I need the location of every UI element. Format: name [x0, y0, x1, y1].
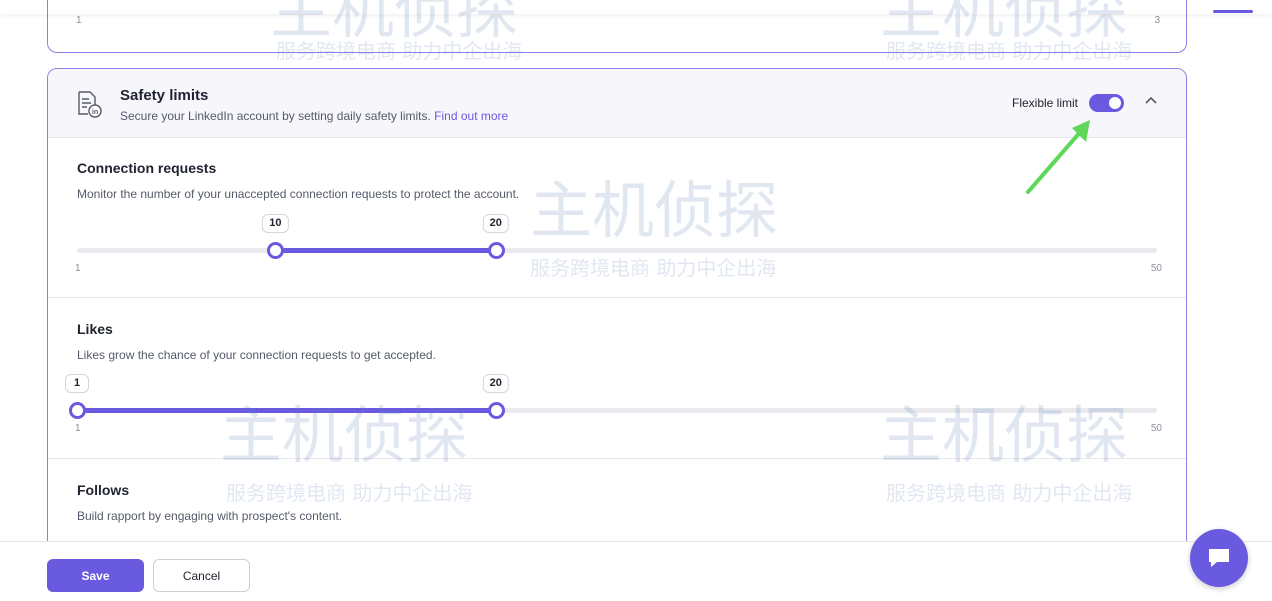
linkedin-document-icon: in [78, 91, 102, 118]
flexible-limit-toggle[interactable] [1089, 94, 1124, 112]
likes-section: Likes Likes grow the chance of your conn… [48, 298, 1186, 459]
find-out-more-link[interactable]: Find out more [434, 109, 508, 123]
chat-button[interactable] [1190, 529, 1248, 587]
previous-limit-card: 1 3 [47, 0, 1187, 53]
slider-range [275, 248, 496, 253]
safety-limits-card: in Safety limits Secure your LinkedIn ac… [47, 68, 1187, 568]
follows-description: Build rapport by engaging with prospect'… [77, 509, 343, 523]
svg-text:in: in [92, 109, 98, 116]
slider-low-value: 1 [65, 374, 89, 393]
form-footer: Save Cancel [0, 541, 1272, 601]
slider-high-handle[interactable] [487, 242, 505, 259]
slider-max-label: 3 [1154, 15, 1160, 26]
connection-requests-description: Monitor the number of your unaccepted co… [77, 187, 520, 201]
save-button[interactable]: Save [47, 559, 144, 592]
slider-high-value: 20 [482, 214, 509, 233]
chevron-up-icon[interactable] [1144, 94, 1158, 108]
slider-high-handle[interactable] [487, 402, 505, 419]
connection-requests-section: Connection requests Monitor the number o… [48, 138, 1186, 298]
slider-range [77, 408, 496, 413]
slider-low-handle[interactable] [267, 242, 285, 259]
likes-title: Likes [77, 321, 113, 337]
description-text: Secure your LinkedIn account by setting … [120, 109, 431, 123]
slider-min-label: 1 [75, 423, 81, 434]
likes-slider[interactable]: 1 20 1 50 [65, 374, 1162, 434]
section-description: Secure your LinkedIn account by setting … [120, 109, 508, 123]
slider-max-label: 50 [1150, 423, 1162, 434]
flexible-limit-label: Flexible limit [1012, 96, 1079, 110]
slider-min-label: 1 [76, 15, 82, 26]
safety-limits-header[interactable]: in Safety limits Secure your LinkedIn ac… [48, 69, 1186, 138]
scroll-indicator [1213, 10, 1253, 13]
follows-title: Follows [77, 482, 130, 498]
connection-requests-title: Connection requests [77, 160, 217, 176]
chat-bubble-icon [1209, 549, 1229, 567]
slider-low-value: 10 [262, 214, 289, 233]
section-title: Safety limits [120, 87, 209, 104]
toggle-knob [1109, 97, 1121, 109]
slider-track[interactable] [77, 248, 1157, 253]
cancel-button[interactable]: Cancel [153, 559, 250, 592]
slider-min-label: 1 [75, 263, 81, 274]
slider-high-value: 20 [482, 374, 509, 393]
likes-description: Likes grow the chance of your connection… [77, 348, 436, 362]
slider-low-handle[interactable] [69, 402, 86, 419]
connection-requests-slider[interactable]: 10 20 1 50 [75, 214, 1162, 274]
slider-max-label: 50 [1150, 263, 1162, 274]
